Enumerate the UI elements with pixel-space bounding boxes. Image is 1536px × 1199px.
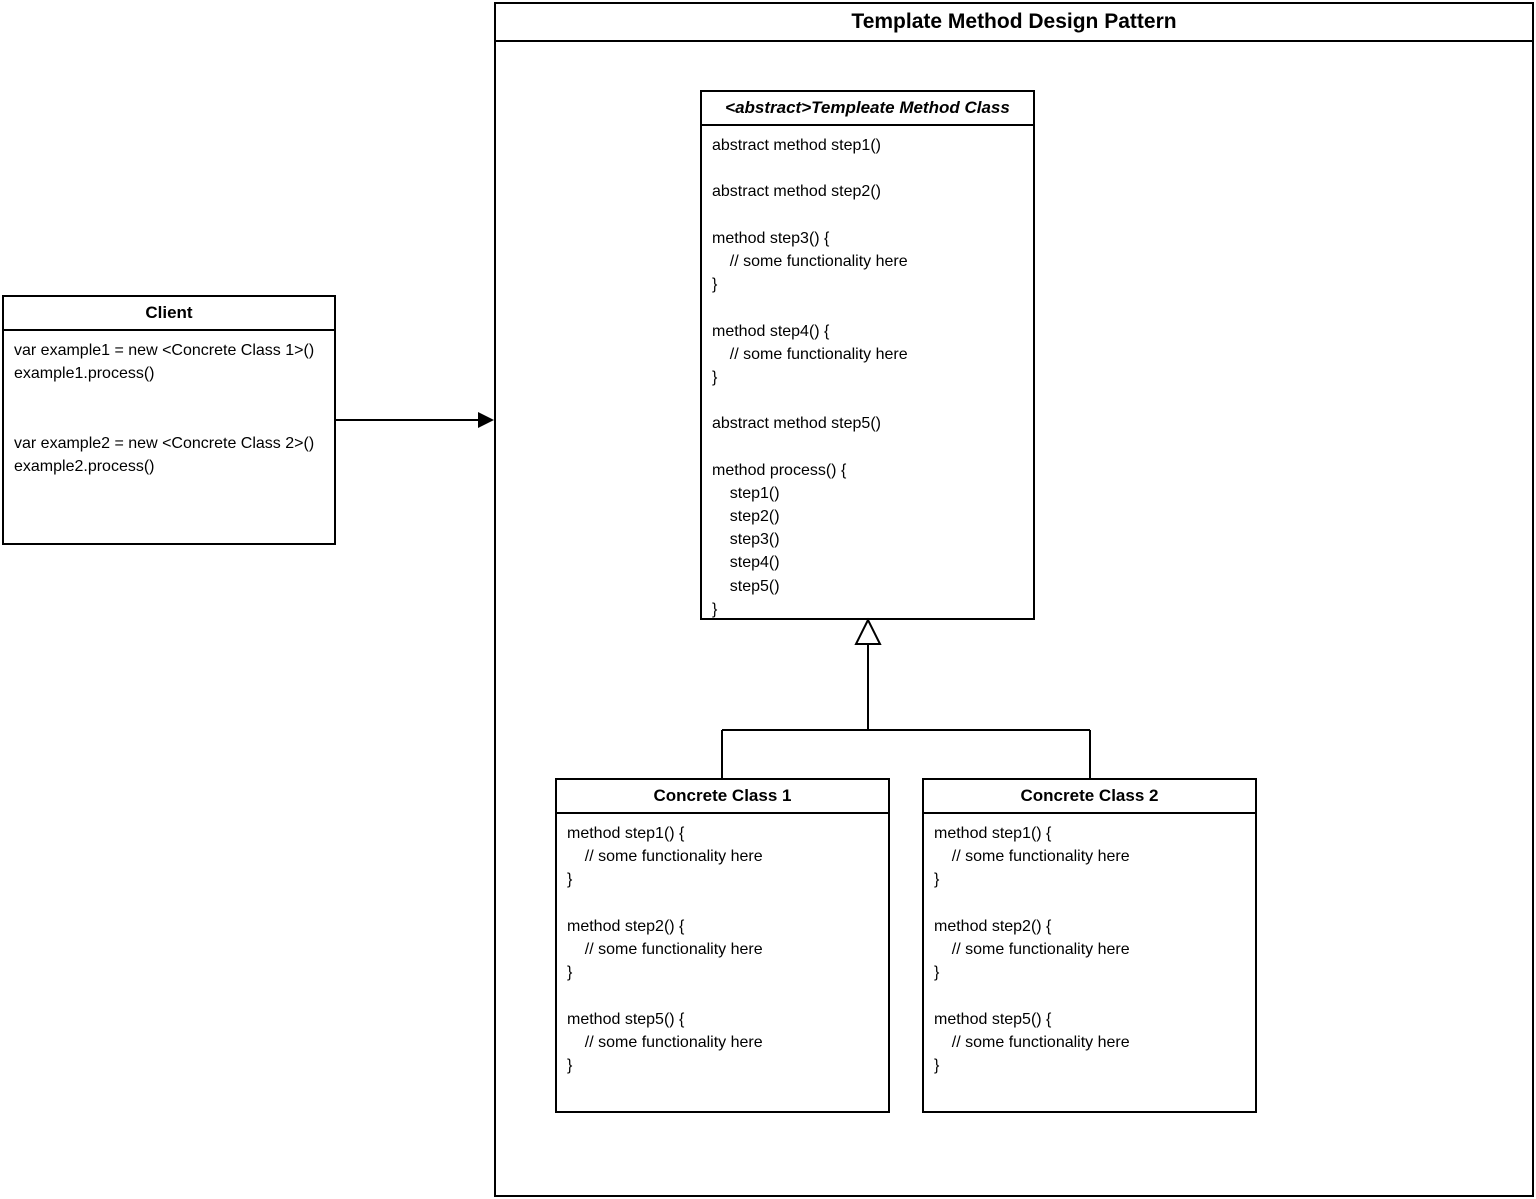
concrete-class-2-body: method step1() { // some functionality h… [924, 814, 1255, 1085]
concrete-class-1-body: method step1() { // some functionality h… [557, 814, 888, 1085]
abstract-class-title: <abstract>Templeate Method Class [702, 92, 1033, 126]
client-body: var example1 = new <Concrete Class 1>() … [4, 331, 334, 486]
concrete-class-2-box: Concrete Class 2 method step1() { // som… [922, 778, 1257, 1113]
container-title: Template Method Design Pattern [496, 4, 1532, 42]
client-to-container-arrow [336, 412, 494, 428]
abstract-class-body: abstract method step1() abstract method … [702, 126, 1033, 629]
concrete-class-2-title: Concrete Class 2 [924, 780, 1255, 814]
concrete-class-1-title: Concrete Class 1 [557, 780, 888, 814]
abstract-class-box: <abstract>Templeate Method Class abstrac… [700, 90, 1035, 620]
client-title: Client [4, 297, 334, 331]
concrete-class-1-box: Concrete Class 1 method step1() { // som… [555, 778, 890, 1113]
client-box: Client var example1 = new <Concrete Clas… [2, 295, 336, 545]
